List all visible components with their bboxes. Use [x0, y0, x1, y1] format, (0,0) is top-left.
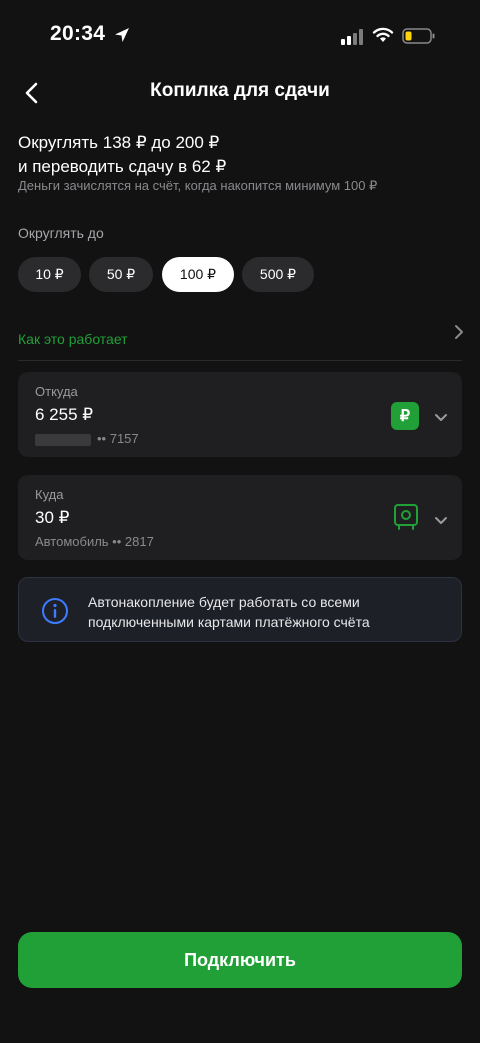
- source-amount: 6 255 ₽: [35, 405, 94, 424]
- source-account-number: •• 7157: [35, 431, 139, 446]
- rounding-option-50[interactable]: 50 ₽: [89, 257, 153, 292]
- masked-card-name: [35, 433, 91, 446]
- rounding-label: Округлять до: [18, 225, 104, 241]
- summary-line-2: и переводить сдачу в 62 ₽: [18, 157, 227, 176]
- chevron-right-icon[interactable]: [451, 324, 467, 340]
- destination-amount: 30 ₽: [35, 508, 70, 527]
- info-text: Автонакопление будет работать со всеми п…: [88, 594, 370, 630]
- summary-headline: Округлять 138 ₽ до 200 ₽ и переводить сд…: [18, 131, 226, 179]
- rounding-option-100[interactable]: 100 ₽: [162, 257, 234, 292]
- summary-line-1: Округлять 138 ₽ до 200 ₽: [18, 133, 220, 152]
- nav-bar: Копилка для сдачи: [0, 70, 480, 114]
- how-it-works-link[interactable]: Как это работает: [18, 331, 128, 347]
- source-label: Откуда: [35, 384, 78, 399]
- info-banner: Автонакопление будет работать со всеми п…: [18, 577, 462, 642]
- rounding-option-10[interactable]: 10 ₽: [18, 257, 81, 292]
- page-title: Копилка для сдачи: [150, 80, 330, 101]
- battery-icon: [402, 28, 435, 44]
- summary-note: Деньги зачислятся на счёт, когда накопит…: [18, 178, 378, 193]
- destination-account-number: Автомобиль •• 2817: [35, 534, 154, 549]
- chevron-down-icon[interactable]: [432, 511, 450, 529]
- chevron-down-icon[interactable]: [432, 408, 450, 426]
- connect-button[interactable]: Подключить: [18, 932, 462, 988]
- safe-icon: [394, 504, 418, 530]
- info-icon: [42, 598, 68, 624]
- source-account-digits: •• 7157: [97, 431, 139, 446]
- source-account-card[interactable]: Откуда 6 255 ₽ •• 7157 ₽: [18, 372, 462, 457]
- cellular-signal-icon: [341, 29, 363, 45]
- divider: [18, 360, 462, 361]
- status-bar: 20:34: [0, 0, 480, 70]
- destination-account-card[interactable]: Куда 30 ₽ Автомобиль •• 2817: [18, 475, 462, 560]
- status-time: 20:34: [50, 22, 106, 45]
- rounding-option-500[interactable]: 500 ₽: [242, 257, 314, 292]
- destination-label: Куда: [35, 487, 64, 502]
- location-arrow-icon: [115, 28, 129, 42]
- ruble-account-icon: ₽: [391, 402, 419, 430]
- wifi-icon: [372, 27, 394, 42]
